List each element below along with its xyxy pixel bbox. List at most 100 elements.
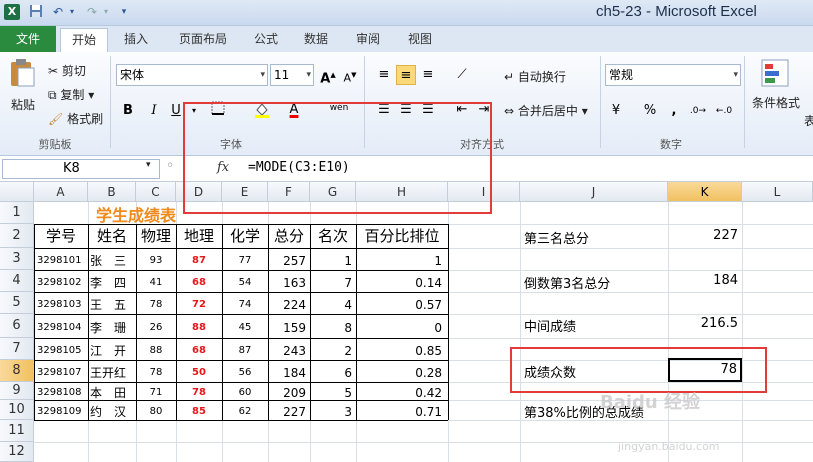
cell-geo[interactable]: 72	[176, 292, 222, 314]
tab-data[interactable]: 数据	[296, 28, 336, 52]
cell-pct[interactable]: 0.28	[356, 360, 448, 382]
cell-pct[interactable]: 0	[356, 314, 448, 338]
cell-physics[interactable]: 88	[136, 338, 176, 360]
cell-total[interactable]: 163	[268, 270, 310, 292]
row-header-11[interactable]: 11	[0, 420, 34, 442]
table-header-name[interactable]: 姓名	[88, 225, 136, 247]
column-header-c[interactable]: C	[136, 182, 176, 202]
cell-id[interactable]: 3298105	[34, 338, 88, 360]
orientation-icon[interactable]: ⟋	[452, 65, 472, 85]
save-icon[interactable]	[28, 4, 44, 20]
merge-center-button[interactable]: ⇔ 合并后居中 ▾	[504, 102, 588, 119]
conditional-formatting-button[interactable]: 条件格式	[752, 94, 800, 111]
increase-decimal-icon[interactable]: .0→	[688, 101, 708, 121]
row-header-3[interactable]: 3	[0, 248, 34, 270]
cell-pct[interactable]: 0.42	[356, 382, 448, 400]
cell-physics[interactable]: 41	[136, 270, 176, 292]
row-header-4[interactable]: 4	[0, 270, 34, 292]
row-header-9[interactable]: 9	[0, 382, 34, 400]
cell-name[interactable]: 王 五	[88, 292, 136, 314]
format-painter-button[interactable]: 🖌 格式刷	[48, 110, 103, 127]
cell-id[interactable]: 3298101	[34, 248, 88, 270]
chevron-down-icon[interactable]: ▾	[146, 160, 151, 170]
cell-chem[interactable]: 74	[222, 292, 268, 314]
tab-formulas[interactable]: 公式	[246, 28, 286, 52]
row-header-10[interactable]: 10	[0, 400, 34, 420]
cell-total[interactable]: 227	[268, 400, 310, 420]
cell-id[interactable]: 3298109	[34, 400, 88, 420]
cell-name[interactable]: 李 珊	[88, 314, 136, 338]
format-as-table-label[interactable]: 表	[804, 112, 813, 129]
align-top-icon[interactable]: ≡	[374, 65, 394, 85]
cell-physics[interactable]: 78	[136, 292, 176, 314]
copy-button[interactable]: ⧉ 复制 ▾	[48, 86, 94, 103]
cell-rank[interactable]: 7	[310, 270, 356, 292]
tab-page-layout[interactable]: 页面布局	[170, 28, 236, 52]
align-bottom-icon[interactable]: ≡	[418, 65, 438, 85]
cell-id[interactable]: 3298107	[34, 360, 88, 382]
cell-physics[interactable]: 71	[136, 382, 176, 400]
cell-pct[interactable]: 0.71	[356, 400, 448, 420]
sheet-title[interactable]: 学生成绩表	[96, 202, 176, 226]
cell-chem[interactable]: 56	[222, 360, 268, 382]
font-name-combo[interactable]: 宋体 ▾	[116, 64, 268, 86]
cell-physics[interactable]: 80	[136, 400, 176, 420]
row-header-2[interactable]: 2	[0, 224, 34, 248]
cell-name[interactable]: 李 四	[88, 270, 136, 292]
cell-pct[interactable]: 0.57	[356, 292, 448, 314]
redo-dropdown-icon[interactable]: ▾	[98, 4, 114, 20]
cut-button[interactable]: ✂ 剪切	[48, 62, 86, 79]
tab-view[interactable]: 视图	[400, 28, 440, 52]
undo-dropdown-icon[interactable]: ▾	[64, 4, 80, 20]
cell-chem[interactable]: 62	[222, 400, 268, 420]
row-header-8[interactable]: 8	[0, 360, 34, 382]
table-header-geography[interactable]: 地理	[176, 225, 222, 247]
column-header-k[interactable]: K	[668, 182, 742, 202]
table-header-physics[interactable]: 物理	[136, 225, 176, 247]
cell-id[interactable]: 3298103	[34, 292, 88, 314]
column-header-b[interactable]: B	[88, 182, 136, 202]
cell-geo[interactable]: 87	[176, 248, 222, 270]
row-header-1[interactable]: 1	[0, 202, 34, 224]
cell-total[interactable]: 224	[268, 292, 310, 314]
row-header-5[interactable]: 5	[0, 292, 34, 314]
tab-file[interactable]: 文件	[0, 26, 56, 52]
cell-pct[interactable]: 1	[356, 248, 448, 270]
comma-style-button[interactable]: ,	[664, 101, 684, 121]
formula-bar-splitter[interactable]: ◦	[166, 158, 174, 174]
number-format-combo[interactable]: 常规 ▾	[605, 64, 741, 86]
cell-rank[interactable]: 1	[310, 248, 356, 270]
stat-label-third-lowest[interactable]: 倒数第3名总分	[524, 273, 610, 292]
table-header-chemistry[interactable]: 化学	[222, 225, 268, 247]
tab-review[interactable]: 审阅	[348, 28, 388, 52]
grow-font-button[interactable]: A▲	[318, 65, 338, 86]
table-header-rank[interactable]: 名次	[310, 225, 356, 247]
stat-label-median[interactable]: 中间成绩	[524, 316, 576, 335]
cell-name[interactable]: 张 三	[88, 248, 136, 270]
cell-id[interactable]: 3298108	[34, 382, 88, 400]
row-header-12[interactable]: 12	[0, 442, 34, 462]
conditional-formatting-icon[interactable]	[760, 58, 790, 91]
cell-pct[interactable]: 0.14	[356, 270, 448, 292]
cell-geo[interactable]: 78	[176, 382, 222, 400]
cell-chem[interactable]: 54	[222, 270, 268, 292]
column-header-j[interactable]: J	[520, 182, 668, 202]
cell-total[interactable]: 257	[268, 248, 310, 270]
cell-rank[interactable]: 6	[310, 360, 356, 382]
currency-icon[interactable]: ¥	[606, 101, 626, 121]
paste-icon[interactable]	[8, 58, 36, 91]
stat-label-third-total[interactable]: 第三名总分	[524, 228, 589, 247]
percent-button[interactable]: %	[640, 101, 660, 121]
table-header-id[interactable]: 学号	[34, 225, 88, 247]
paste-button[interactable]: 粘贴	[11, 96, 35, 113]
cell-chem[interactable]: 77	[222, 248, 268, 270]
cell-total[interactable]: 209	[268, 382, 310, 400]
select-all-corner[interactable]	[0, 182, 34, 202]
cell-geo[interactable]: 88	[176, 314, 222, 338]
cell-chem[interactable]: 87	[222, 338, 268, 360]
cell-physics[interactable]: 78	[136, 360, 176, 382]
cell-rank[interactable]: 2	[310, 338, 356, 360]
cell-physics[interactable]: 93	[136, 248, 176, 270]
cell-total[interactable]: 159	[268, 314, 310, 338]
tab-home[interactable]: 开始	[60, 28, 108, 52]
